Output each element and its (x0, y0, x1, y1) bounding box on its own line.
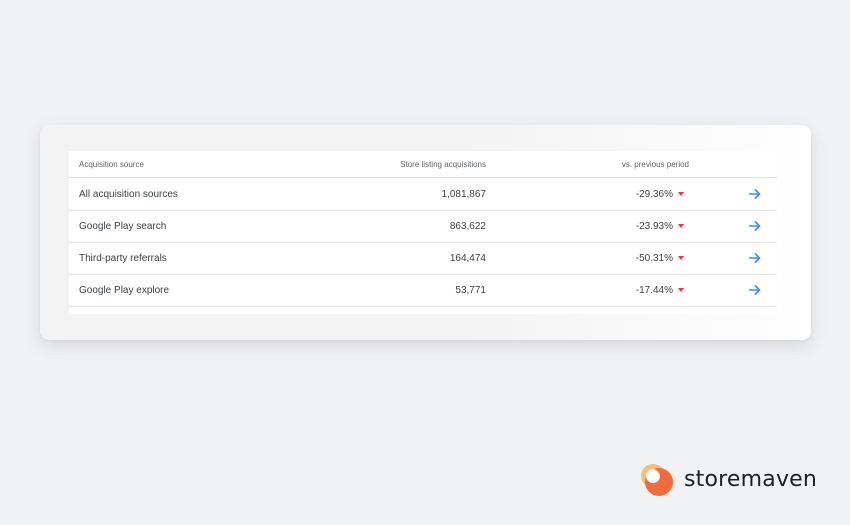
change-value: -50.31% (635, 252, 673, 264)
arrow-right-icon[interactable] (749, 221, 761, 231)
table-row[interactable]: Google Play explore 53,771 -17.44% (69, 274, 777, 307)
acquisitions-value: 863,622 (449, 220, 486, 232)
source-name: All acquisition sources (79, 188, 178, 200)
triangle-down-icon (678, 256, 684, 260)
acquisitions-value: 164,474 (449, 252, 486, 264)
brand-name: storemaven (684, 467, 818, 492)
table-header-row: Acquisition source Store listing acquisi… (69, 151, 777, 178)
column-header-acquisition-source[interactable]: Acquisition source (79, 151, 144, 177)
source-name: Google Play explore (79, 284, 170, 296)
acquisitions-value: 1,081,867 (441, 188, 487, 200)
triangle-down-icon (678, 192, 684, 196)
acquisition-table: Acquisition source Store listing acquisi… (69, 151, 781, 314)
change-value: -17.44% (635, 284, 673, 296)
arrow-right-icon[interactable] (749, 189, 761, 199)
change-value: -23.93% (635, 220, 673, 232)
arrow-right-icon[interactable] (749, 253, 761, 263)
source-name: Google Play search (79, 220, 167, 232)
triangle-down-icon (678, 224, 684, 228)
source-name: Third-party referrals (79, 252, 167, 264)
column-header-vs-previous-period[interactable]: vs. previous period (622, 151, 689, 177)
change-value: -29.36% (635, 188, 673, 200)
triangle-down-icon (678, 288, 684, 292)
table-row[interactable]: Third-party referrals 164,474 -50.31% (69, 242, 777, 275)
storemaven-logo: storemaven (638, 462, 818, 498)
arrow-right-icon[interactable] (749, 285, 761, 295)
table-row[interactable]: All acquisition sources 1,081,867 -29.36… (69, 178, 777, 211)
acquisitions-value: 53,771 (455, 284, 486, 296)
table-row[interactable]: Google Play search 863,622 -23.93% (69, 210, 777, 243)
storemaven-logo-icon (641, 464, 673, 496)
column-header-store-listing-acquisitions[interactable]: Store listing acquisitions (400, 151, 486, 177)
